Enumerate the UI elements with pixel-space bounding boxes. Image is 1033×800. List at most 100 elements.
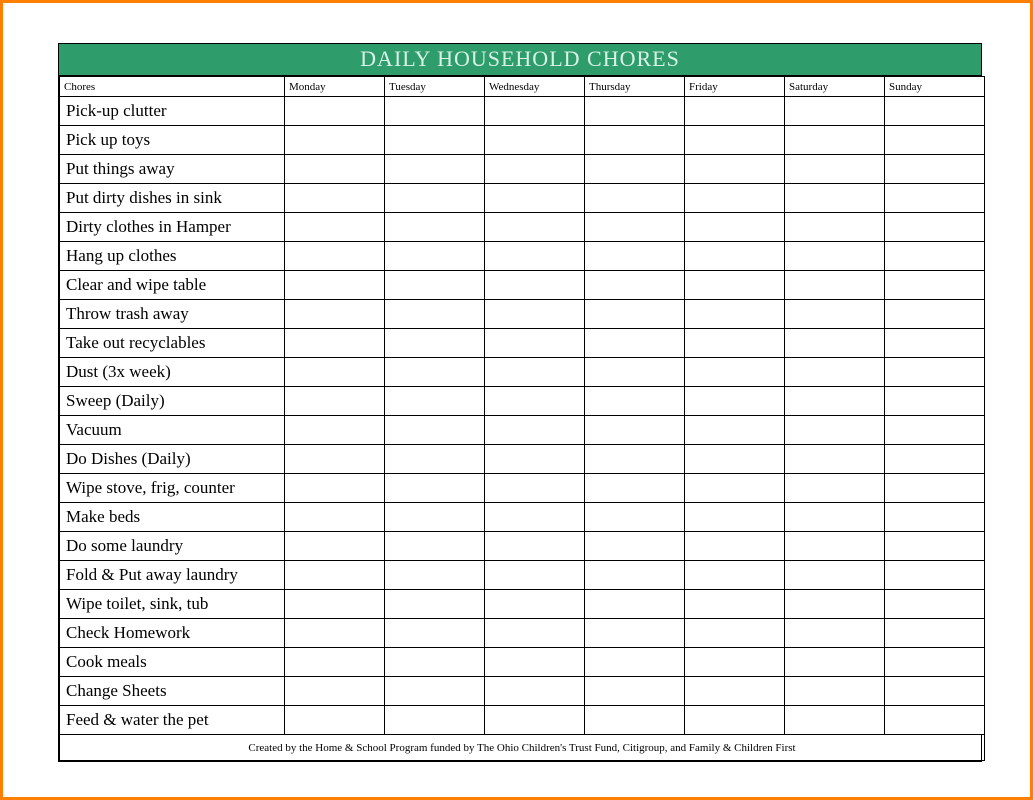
- chore-day-cell: [885, 97, 985, 126]
- chore-day-cell: [885, 706, 985, 735]
- table-row: Hang up clothes: [60, 242, 985, 271]
- table-row: Pick-up clutter: [60, 97, 985, 126]
- chore-day-cell: [385, 126, 485, 155]
- chore-day-cell: [285, 358, 385, 387]
- chore-day-cell: [285, 213, 385, 242]
- chore-day-cell: [585, 213, 685, 242]
- col-header-sunday: Sunday: [885, 77, 985, 97]
- col-header-wednesday: Wednesday: [485, 77, 585, 97]
- chore-label: Wipe toilet, sink, tub: [60, 590, 285, 619]
- table-row: Vacuum: [60, 416, 985, 445]
- chores-sheet: DAILY HOUSEHOLD CHORES Chores Monday Tue…: [58, 43, 982, 762]
- chore-day-cell: [485, 300, 585, 329]
- chore-day-cell: [785, 474, 885, 503]
- chore-day-cell: [385, 416, 485, 445]
- chore-day-cell: [385, 329, 485, 358]
- chore-day-cell: [885, 155, 985, 184]
- chore-day-cell: [885, 300, 985, 329]
- chore-day-cell: [385, 97, 485, 126]
- chore-day-cell: [285, 532, 385, 561]
- chore-day-cell: [785, 358, 885, 387]
- chore-day-cell: [685, 155, 785, 184]
- chore-label: Throw trash away: [60, 300, 285, 329]
- chore-day-cell: [785, 590, 885, 619]
- chore-day-cell: [385, 677, 485, 706]
- chore-day-cell: [585, 445, 685, 474]
- chore-day-cell: [485, 648, 585, 677]
- chore-day-cell: [485, 184, 585, 213]
- chore-day-cell: [585, 619, 685, 648]
- chore-label: Sweep (Daily): [60, 387, 285, 416]
- chore-day-cell: [385, 445, 485, 474]
- chore-day-cell: [485, 416, 585, 445]
- table-row: Cook meals: [60, 648, 985, 677]
- chore-label: Take out recyclables: [60, 329, 285, 358]
- sheet-title: DAILY HOUSEHOLD CHORES: [59, 44, 981, 76]
- chore-day-cell: [385, 213, 485, 242]
- chore-day-cell: [285, 561, 385, 590]
- chore-day-cell: [885, 213, 985, 242]
- chore-day-cell: [385, 590, 485, 619]
- chore-label: Change Sheets: [60, 677, 285, 706]
- chore-label: Make beds: [60, 503, 285, 532]
- chore-day-cell: [385, 155, 485, 184]
- chore-label: Do some laundry: [60, 532, 285, 561]
- chore-day-cell: [485, 271, 585, 300]
- col-header-tuesday: Tuesday: [385, 77, 485, 97]
- chore-day-cell: [585, 474, 685, 503]
- chore-day-cell: [885, 532, 985, 561]
- table-row: Sweep (Daily): [60, 387, 985, 416]
- chore-day-cell: [585, 416, 685, 445]
- chore-day-cell: [285, 445, 385, 474]
- chore-day-cell: [485, 213, 585, 242]
- chore-day-cell: [785, 532, 885, 561]
- chore-day-cell: [785, 561, 885, 590]
- chore-day-cell: [385, 184, 485, 213]
- chore-day-cell: [385, 300, 485, 329]
- table-row: Put dirty dishes in sink: [60, 184, 985, 213]
- table-row: Wipe stove, frig, counter: [60, 474, 985, 503]
- chore-day-cell: [385, 271, 485, 300]
- chore-day-cell: [285, 97, 385, 126]
- chore-day-cell: [585, 706, 685, 735]
- chore-day-cell: [885, 126, 985, 155]
- chore-day-cell: [685, 329, 785, 358]
- table-row: Take out recyclables: [60, 329, 985, 358]
- chore-label: Hang up clothes: [60, 242, 285, 271]
- chore-day-cell: [485, 503, 585, 532]
- header-row: Chores Monday Tuesday Wednesday Thursday…: [60, 77, 985, 97]
- col-header-monday: Monday: [285, 77, 385, 97]
- chore-day-cell: [785, 242, 885, 271]
- chore-day-cell: [485, 619, 585, 648]
- chore-day-cell: [685, 503, 785, 532]
- chore-day-cell: [285, 387, 385, 416]
- table-row: Clear and wipe table: [60, 271, 985, 300]
- chore-day-cell: [685, 677, 785, 706]
- chore-day-cell: [285, 242, 385, 271]
- chore-day-cell: [685, 213, 785, 242]
- chore-day-cell: [885, 503, 985, 532]
- chore-day-cell: [585, 271, 685, 300]
- chore-day-cell: [385, 503, 485, 532]
- chore-day-cell: [385, 387, 485, 416]
- chore-day-cell: [685, 590, 785, 619]
- chore-day-cell: [385, 532, 485, 561]
- chore-day-cell: [685, 416, 785, 445]
- chore-day-cell: [885, 184, 985, 213]
- table-row: Feed & water the pet: [60, 706, 985, 735]
- chore-day-cell: [885, 445, 985, 474]
- chore-day-cell: [285, 329, 385, 358]
- table-row: Wipe toilet, sink, tub: [60, 590, 985, 619]
- chore-day-cell: [785, 329, 885, 358]
- chore-day-cell: [285, 706, 385, 735]
- chore-day-cell: [885, 474, 985, 503]
- chore-label: Wipe stove, frig, counter: [60, 474, 285, 503]
- document-frame: DAILY HOUSEHOLD CHORES Chores Monday Tue…: [0, 0, 1033, 800]
- chore-day-cell: [685, 474, 785, 503]
- chore-day-cell: [785, 619, 885, 648]
- chore-day-cell: [385, 358, 485, 387]
- col-header-thursday: Thursday: [585, 77, 685, 97]
- chore-day-cell: [885, 242, 985, 271]
- chore-day-cell: [485, 445, 585, 474]
- chore-day-cell: [485, 532, 585, 561]
